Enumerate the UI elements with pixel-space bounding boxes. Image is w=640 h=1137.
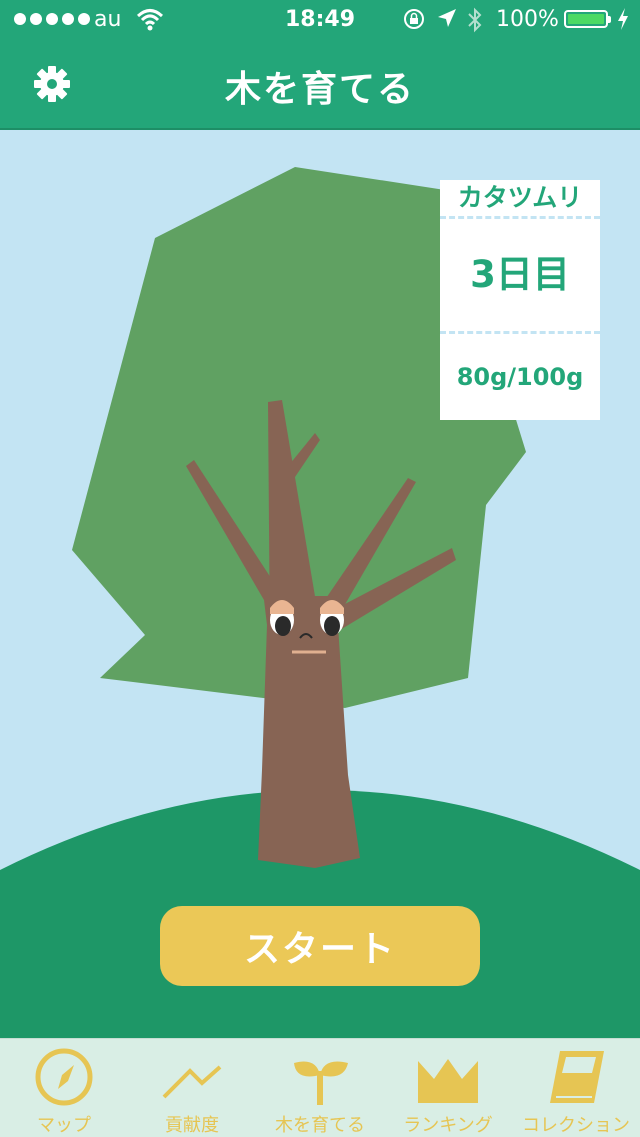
tab-ranking[interactable]: ランキング [384,1039,512,1137]
tab-bar: マップ 貢献度 木を育てる ランキング コレクション [0,1038,640,1137]
tab-label: 木を育てる [275,1115,365,1136]
tab-label: ランキング [403,1115,493,1136]
tab-contribution[interactable]: 貢献度 [128,1039,256,1137]
location-arrow-icon [436,7,458,37]
battery-icon [564,10,611,28]
nav-bar: 木を育てる [0,40,640,130]
tab-map[interactable]: マップ [0,1039,128,1137]
book-icon [546,1045,606,1107]
bluetooth-icon [466,7,484,39]
line-chart-icon [162,1045,222,1107]
weight-progress: 80g/100g [456,363,584,391]
battery-percent: 100% [496,7,559,32]
tab-collection[interactable]: コレクション [512,1039,640,1137]
tab-label: 貢献度 [165,1115,219,1136]
tab-label: マップ [37,1115,91,1136]
compass-icon [34,1045,94,1107]
status-bar: au 18:49 100% [0,0,640,40]
crown-icon [418,1045,478,1107]
tab-label: コレクション [522,1115,630,1136]
rotation-lock-icon [402,7,426,37]
day-count: 3日目 [440,219,600,334]
page-title: 木を育てる [224,69,415,110]
creature-name: カタツムリ [440,180,600,219]
sprout-icon [290,1045,350,1107]
tab-grow-tree[interactable]: 木を育てる [256,1039,384,1137]
growth-info-card: カタツムリ 3日目 80g/100g [440,180,600,420]
charging-bolt-icon [616,7,630,37]
start-button[interactable]: スタート [160,906,480,986]
